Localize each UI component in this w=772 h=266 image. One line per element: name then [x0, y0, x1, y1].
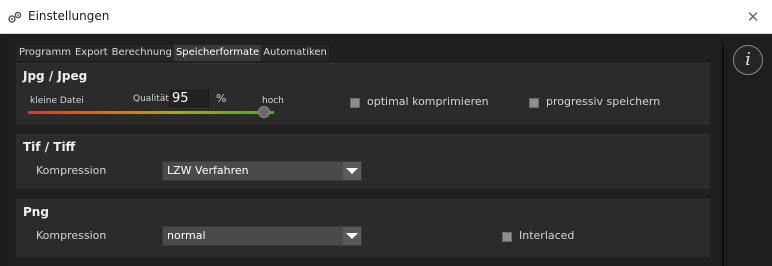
tab-programm[interactable]: Programm — [17, 45, 73, 61]
right-sidebar: i — [726, 35, 772, 266]
optimize-label: optimal komprimieren — [367, 95, 489, 108]
tif-compression-value: LZW Verfahren — [167, 164, 249, 177]
png-section-title: Png — [23, 205, 49, 219]
tif-compression-select[interactable]: LZW Verfahren — [162, 161, 362, 181]
png-compression-value: normal — [167, 229, 206, 242]
optimize-checkbox[interactable] — [350, 98, 360, 108]
tif-compression-label: Kompression — [36, 164, 107, 177]
jpg-section: Jpg / Jpeg kleine Datei Qualität % hoch … — [16, 63, 710, 125]
info-icon: i — [745, 49, 751, 70]
tif-section-title: Tif / Tiff — [23, 140, 76, 154]
png-section: Png Kompression normal Interlaced — [16, 199, 710, 257]
chevron-down-icon — [346, 233, 358, 239]
close-icon: ✕ — [746, 8, 760, 26]
quality-label: Qualität — [133, 94, 169, 104]
tif-section: Tif / Tiff Kompression LZW Verfahren — [16, 134, 710, 189]
quality-input[interactable] — [169, 90, 209, 107]
tab-bar: Programm Export Berechnung Speicherforma… — [17, 45, 329, 61]
tab-speicherformate[interactable]: Speicherformate — [173, 45, 262, 61]
dialog-content: Programm Export Berechnung Speicherforma… — [0, 35, 772, 266]
quality-slider-track[interactable] — [28, 111, 274, 114]
jpg-section-title: Jpg / Jpeg — [23, 69, 88, 83]
png-compression-dropdown[interactable] — [343, 227, 361, 245]
chevron-down-icon — [346, 168, 358, 174]
high-label: hoch — [262, 96, 284, 106]
tif-compression-dropdown[interactable] — [343, 162, 361, 180]
small-file-label: kleine Datei — [30, 96, 84, 106]
tab-export[interactable]: Export — [72, 45, 110, 61]
progressive-checkbox[interactable] — [529, 98, 539, 108]
interlaced-checkbox[interactable] — [502, 232, 512, 242]
settings-gears-icon — [8, 11, 22, 23]
window-title: Einstellungen — [28, 9, 110, 23]
close-button[interactable]: ✕ — [742, 6, 764, 28]
interlaced-label: Interlaced — [519, 229, 575, 242]
settings-panel: Programm Export Berechnung Speicherforma… — [8, 35, 720, 266]
progressive-label: progressiv speichern — [546, 95, 661, 108]
panel-divider — [722, 43, 724, 266]
info-button[interactable]: i — [733, 45, 763, 75]
quality-slider-thumb[interactable] — [258, 106, 270, 118]
quality-unit: % — [216, 92, 227, 105]
tab-berechnung[interactable]: Berechnung — [109, 45, 174, 61]
png-compression-select[interactable]: normal — [162, 226, 362, 246]
png-compression-label: Kompression — [36, 229, 107, 242]
title-bar: Einstellungen ✕ — [0, 0, 772, 34]
tab-automatiken[interactable]: Automatiken — [261, 45, 329, 61]
